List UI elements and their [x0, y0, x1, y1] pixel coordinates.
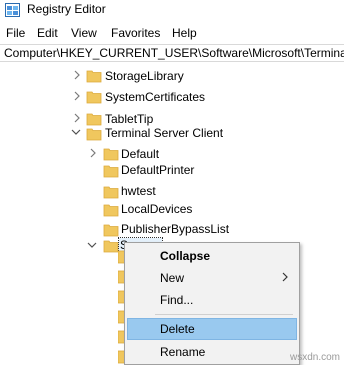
context-menu-collapse[interactable]: Collapse [127, 245, 297, 267]
folder-icon [86, 70, 102, 83]
tree-item-terminal-server-client[interactable]: Terminal Server Client [0, 121, 344, 141]
chevron-down-icon[interactable] [71, 127, 81, 137]
registry-editor-icon [5, 3, 20, 17]
folder-icon [103, 204, 119, 217]
menu-item-label: Rename [160, 345, 206, 359]
menu-favorites[interactable]: Favorites [111, 26, 160, 40]
title-bar: Registry Editor [0, 0, 344, 20]
tree-item-label[interactable]: hwtest [120, 184, 157, 198]
context-menu-delete[interactable]: Delete [127, 318, 297, 340]
folder-icon [86, 91, 102, 104]
menu-view[interactable]: View [71, 26, 97, 40]
tree-item-label[interactable]: LocalDevices [120, 202, 193, 216]
chevron-right-icon[interactable] [72, 91, 82, 101]
tree-item-label[interactable]: StorageLibrary [104, 69, 185, 83]
folder-open-icon [103, 240, 119, 253]
folder-open-icon [86, 128, 102, 141]
address-bar[interactable]: Computer\HKEY_CURRENT_USER\Software\Micr… [0, 44, 344, 62]
context-menu: Collapse New Find... Delete Rename [124, 242, 300, 365]
context-menu-rename[interactable]: Rename [127, 341, 297, 363]
tree-item-storagelibrary[interactable]: StorageLibrary [0, 66, 344, 86]
menu-item-label: Find... [160, 293, 194, 307]
address-path[interactable]: Computer\HKEY_CURRENT_USER\Software\Micr… [4, 46, 344, 60]
tree-item-label[interactable]: Terminal Server Client [104, 126, 224, 140]
chevron-right-icon[interactable] [88, 148, 98, 158]
menu-edit[interactable]: Edit [37, 26, 58, 40]
folder-icon [103, 165, 119, 178]
tree-item-hwtest[interactable]: hwtest [0, 179, 344, 199]
menu-help[interactable]: Help [172, 26, 197, 40]
menu-item-label: Collapse [160, 249, 211, 263]
menu-item-label: New [160, 271, 185, 285]
menu-item-label: Delete [160, 322, 195, 336]
window-title: Registry Editor [27, 2, 106, 16]
watermark: wsxdn.com [289, 352, 340, 363]
tree-item-label[interactable]: SystemCertificates [104, 90, 206, 104]
tree-item-systemcertificates[interactable]: SystemCertificates [0, 87, 344, 107]
chevron-down-icon[interactable] [87, 240, 97, 250]
context-menu-new[interactable]: New [127, 267, 297, 289]
menu-separator [155, 314, 293, 315]
tree-item-label[interactable]: DefaultPrinter [120, 163, 195, 177]
tree-item-defaultprinter[interactable]: DefaultPrinter [0, 158, 344, 178]
menu-file[interactable]: File [6, 26, 25, 40]
chevron-right-icon[interactable] [72, 70, 82, 80]
chevron-right-icon [282, 272, 288, 282]
context-menu-find[interactable]: Find... [127, 289, 297, 311]
tree-item-localdevices[interactable]: LocalDevices [0, 197, 344, 217]
menu-bar: File Edit View Favorites Help [0, 23, 344, 43]
